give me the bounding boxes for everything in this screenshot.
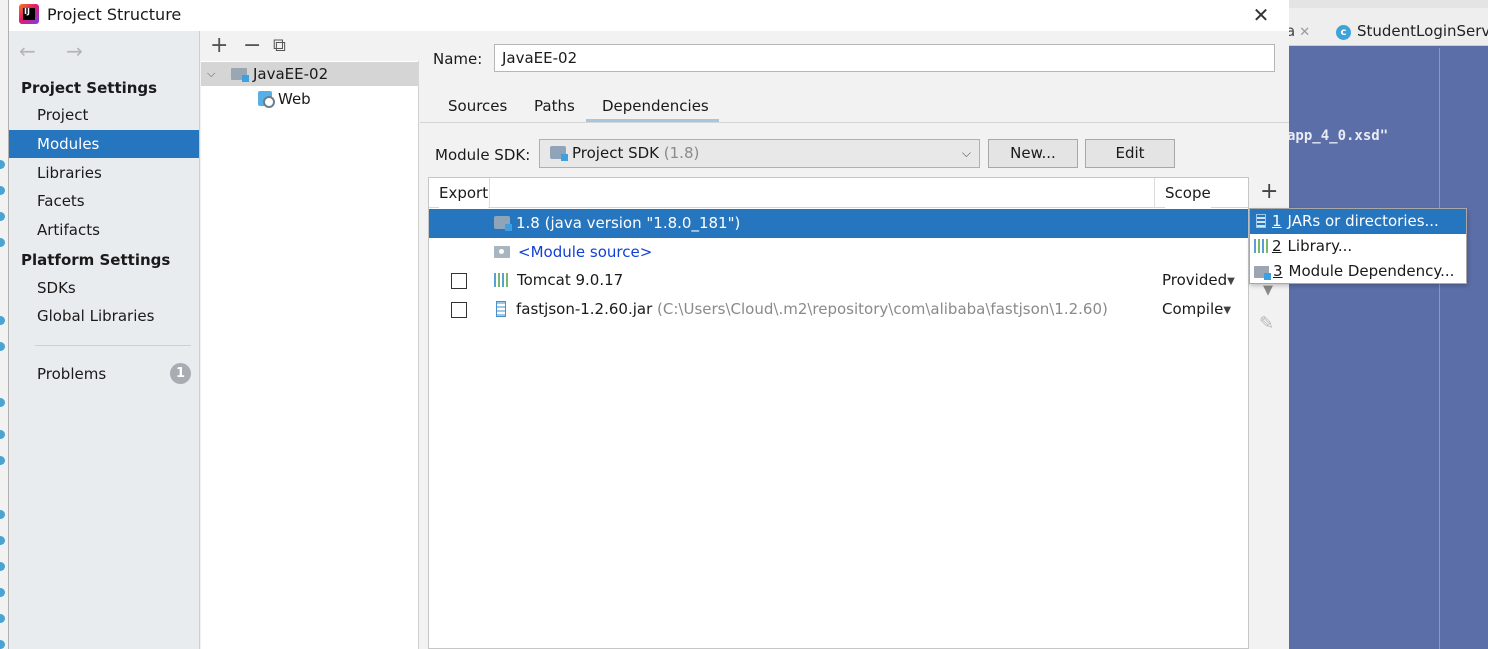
tree-node-web-facet[interactable]: Web [201,87,419,111]
project-structure-dialog: IJ Project Structure ✕ ← → Project Setti… [8,0,1289,649]
export-column-header[interactable]: Export [439,178,489,208]
menu-item-module-dependency[interactable]: 3 Module Dependency... [1250,259,1466,284]
menu-item-library[interactable]: 2 Library... [1250,234,1466,259]
export-checkbox[interactable] [451,273,467,289]
chevron-down-icon[interactable]: ⌵ [207,62,215,86]
sdk-folder-icon [550,146,568,161]
web-facet-icon [258,91,275,108]
ide-run-config-bar [1286,0,1488,8]
tab-sources[interactable]: Sources [448,97,507,115]
module-sdk-label: Module SDK: [435,146,531,164]
tabs-divider [420,122,1289,123]
ide-tab-student-login[interactable]: c StudentLoginServ [1336,22,1488,40]
dialog-title: Project Structure [47,5,182,24]
platform-settings-header: Platform Settings [21,251,171,269]
close-button[interactable]: ✕ [1249,3,1273,27]
chevron-down-icon: ⌵ [961,146,971,160]
tree-node-module[interactable]: ⌵ JavaEE-02 [201,62,419,86]
nav-item-libraries[interactable]: Libraries [9,159,199,187]
nav-item-project[interactable]: Project [9,101,199,129]
module-tree-pane: + − ⧉ ⌵ JavaEE-02 Web [201,31,419,649]
close-icon[interactable]: ✕ [1299,25,1310,40]
table-row-module-source[interactable]: <Module source> [429,238,1248,267]
menu-item-jars-or-directories[interactable]: 1 JARs or directories... [1250,209,1466,234]
add-dependency-button[interactable]: + [1260,179,1278,204]
module-settings-panel: Name: JavaEE-02 Sources Paths Dependenci… [420,31,1289,649]
module-name-input[interactable]: JavaEE-02 [494,44,1275,72]
module-folder-icon [231,68,249,82]
remove-icon[interactable]: − [243,33,261,58]
copy-icon[interactable]: ⧉ [273,35,286,56]
problems-count-badge: 1 [170,363,191,384]
nav-divider [35,345,191,346]
project-settings-header: Project Settings [21,79,158,97]
title-bar: IJ Project Structure ✕ [9,0,1289,31]
ide-right-margin-line [1439,48,1440,649]
tab-dependencies[interactable]: Dependencies [602,97,709,115]
library-icon [1254,239,1268,253]
jar-icon [1256,214,1266,228]
export-checkbox[interactable] [451,302,467,318]
table-row-jdk[interactable]: 1.8 (java version "1.8.0_181") [429,209,1248,238]
edit-pencil-icon[interactable]: ✎ [1259,313,1274,334]
scope-dropdown[interactable]: Provided▼ [1162,266,1235,296]
nav-item-sdks[interactable]: SDKs [9,274,199,302]
tree-toolbar: + − ⧉ [201,31,419,61]
library-icon [494,273,510,287]
table-header [429,178,1248,208]
dropdown-arrow-icon: ▼ [1227,276,1235,287]
jar-icon [496,301,506,317]
move-down-icon[interactable]: ▼ [1263,283,1273,298]
edit-sdk-button[interactable]: Edit [1085,139,1175,168]
jdk-icon [494,216,512,231]
back-forward-arrows[interactable]: ← → [19,39,95,63]
class-icon: c [1336,25,1351,40]
nav-item-facets[interactable]: Facets [9,187,199,215]
ide-code-fragment: app_4_0.xsd" [1287,128,1389,144]
dependencies-table: Export Scope 1.8 (java version "1.8.0_18… [428,177,1249,649]
add-dependency-menu: 1 JARs or directories... 2 Library... 3 Mod… [1249,208,1467,284]
nav-item-modules[interactable]: Modules [9,130,199,158]
tab-paths[interactable]: Paths [534,97,575,115]
table-row-fastjson[interactable]: fastjson-1.2.60.jar (C:\Users\Cloud\.m2\… [429,295,1248,324]
source-folder-icon [494,246,510,258]
module-sdk-select[interactable]: Project SDK (1.8) ⌵ [539,139,980,168]
ide-tab-partial[interactable]: a ✕ [1286,22,1310,40]
nav-item-artifacts[interactable]: Artifacts [9,216,199,244]
table-row-tomcat[interactable]: Tomcat 9.0.17 Provided▼ [429,266,1248,295]
scope-column-header[interactable]: Scope [1165,178,1211,208]
intellij-logo-icon: IJ [19,4,39,24]
new-sdk-button[interactable]: New... [988,139,1078,168]
dropdown-arrow-icon: ▼ [1223,305,1232,316]
scope-dropdown[interactable]: Compile▼ [1162,295,1231,325]
name-label: Name: [433,50,483,68]
module-icon [1254,266,1271,280]
nav-item-global-libraries[interactable]: Global Libraries [9,302,199,330]
add-icon[interactable]: + [210,33,228,58]
settings-nav: ← → Project Settings Project Modules Lib… [9,31,200,649]
